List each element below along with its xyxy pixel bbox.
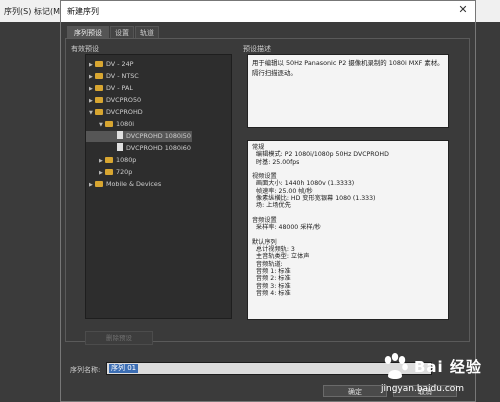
- sequence-name-value: 序列 01: [109, 364, 139, 373]
- tree-item-dv-pal[interactable]: ▶ DV - PAL: [86, 83, 231, 94]
- watermark-url: jingyan.baidu.com: [381, 384, 465, 394]
- tree-item-dvcprohd[interactable]: ▼ DVCPROHD: [86, 107, 231, 118]
- tree-item-label: 1080p: [116, 156, 137, 164]
- tree-item-1080p[interactable]: ▶ 1080p: [86, 155, 231, 166]
- tree-item-1080i[interactable]: ▼ 1080i: [86, 119, 231, 130]
- tree-item-dvcprohd-1080i60[interactable]: DVCPROHD 1080i60: [86, 143, 231, 154]
- tree-item-dv-24p[interactable]: ▶ DV - 24P: [86, 59, 231, 70]
- delete-preset-button[interactable]: 删除预设: [85, 331, 153, 345]
- tree-item-mobile-devices[interactable]: ▶ Mobile & Devices: [86, 179, 231, 190]
- presets-panel: 有效预设 预设描述 ▶ DV - 24P ▶ DV - NTSC ▶ DV - PAL…: [65, 38, 470, 345]
- menu-marker[interactable]: 标记(M): [34, 6, 63, 17]
- tree-item-label: DVCPROHD 1080i60: [126, 144, 191, 152]
- tab-tracks[interactable]: 轨道: [135, 26, 159, 38]
- preset-description-text: 用于编辑以 50Hz Panasonic P2 摄像机录制的 1080i MXF…: [247, 54, 449, 128]
- preset-details-text: 常规 编辑模式: P2 1080i/1080p 50Hz DVCPROHD 时基…: [247, 140, 449, 320]
- folder-icon: [105, 121, 113, 127]
- folder-icon: [95, 61, 103, 67]
- tree-item-label: DV - NTSC: [106, 72, 139, 80]
- paw-logo-icon: [384, 353, 408, 379]
- dialog-titlebar: 新建序列 ✕: [61, 1, 475, 22]
- preset-tree[interactable]: ▶ DV - 24P ▶ DV - NTSC ▶ DV - PAL ▶ DVCPRO50…: [85, 54, 232, 319]
- available-presets-label: 有效预设: [71, 45, 99, 53]
- folder-icon: [95, 85, 103, 91]
- folder-icon: [105, 169, 113, 175]
- tree-item-dvcprohd-1080i50[interactable]: DVCPROHD 1080i50: [86, 131, 192, 142]
- menu-sequence[interactable]: 序列(S): [4, 6, 31, 17]
- tree-item-label: DVCPROHD: [106, 108, 143, 116]
- tree-item-label: DVCPROHD 1080i50: [126, 132, 191, 140]
- tab-sequence-presets[interactable]: 序列预设: [67, 26, 109, 38]
- dialog-title: 新建序列: [67, 7, 99, 16]
- tree-item-label: DVCPRO50: [106, 96, 142, 104]
- sequence-name-label: 序列名称:: [70, 366, 101, 374]
- file-icon: [117, 131, 123, 139]
- tab-settings[interactable]: 设置: [110, 26, 134, 38]
- folder-icon: [95, 181, 103, 187]
- tree-item-720p[interactable]: ▶ 720p: [86, 167, 231, 178]
- baidu-watermark: Bai 经验 jingyan.baidu.com: [378, 338, 498, 402]
- preset-description-label: 预设描述: [243, 45, 271, 53]
- tree-item-label: DV - 24P: [106, 60, 134, 68]
- file-icon: [117, 143, 123, 151]
- folder-icon: [95, 97, 103, 103]
- tree-item-label: DV - PAL: [106, 84, 133, 92]
- tree-item-dvcpro50[interactable]: ▶ DVCPRO50: [86, 95, 231, 106]
- app-background-left: [0, 22, 60, 402]
- watermark-brand: Bai 经验: [414, 358, 482, 376]
- close-icon[interactable]: ✕: [457, 4, 469, 16]
- tree-item-label: 720p: [116, 168, 133, 176]
- folder-icon: [105, 157, 113, 163]
- tree-item-label: 1080i: [116, 120, 135, 128]
- tree-item-dv-ntsc[interactable]: ▶ DV - NTSC: [86, 71, 231, 82]
- folder-icon: [95, 73, 103, 79]
- tree-item-label: Mobile & Devices: [106, 180, 162, 188]
- folder-icon: [95, 109, 103, 115]
